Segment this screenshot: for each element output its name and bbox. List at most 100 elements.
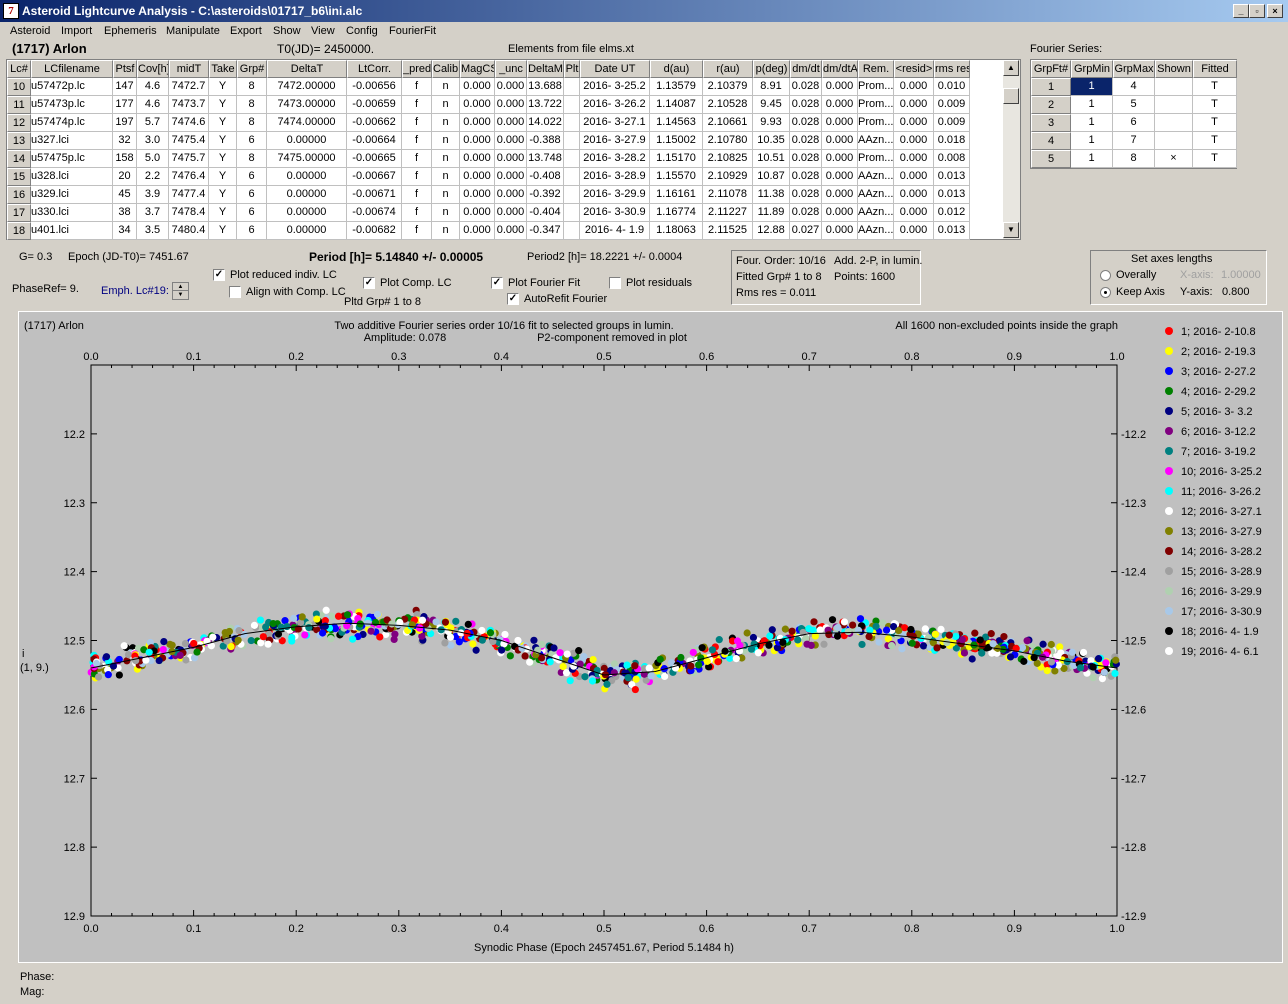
lc-table-cell[interactable]: -0.392	[527, 186, 564, 204]
lc-table-cell[interactable]: 2016- 3-25.2	[580, 78, 650, 96]
lc-table-cell[interactable]: -0.00665	[347, 150, 402, 168]
fourier-table-cell[interactable]: 5	[1113, 96, 1155, 114]
lc-row-number[interactable]: 16	[7, 186, 31, 204]
lc-table-cell[interactable]: 7475.4	[169, 132, 209, 150]
fourier-col-header[interactable]: GrpFt#	[1031, 60, 1071, 78]
lc-table-cell[interactable]: -0.404	[527, 204, 564, 222]
lc-table-cell[interactable]: 1.18063	[650, 222, 703, 240]
overally-radio[interactable]	[1100, 270, 1111, 281]
lc-col-header[interactable]: DeltaM	[527, 60, 564, 78]
lc-table-cell[interactable]: f	[402, 114, 432, 132]
lc-table-cell[interactable]: 13.748	[527, 150, 564, 168]
lc-table-cell[interactable]: 0.013	[934, 222, 970, 240]
lc-table-cell[interactable]: 9.93	[753, 114, 790, 132]
lc-table-cell[interactable]: 3.7	[137, 204, 169, 222]
lc-table-cell[interactable]: 6	[237, 222, 267, 240]
lc-table-cell[interactable]: 0.027	[790, 222, 822, 240]
lc-table-cell[interactable]: 0.000	[460, 132, 495, 150]
lc-table-cell[interactable]: AAzn...	[858, 132, 894, 150]
lc-table-cell[interactable]: 2016- 3-30.9	[580, 204, 650, 222]
lc-table-cell[interactable]: n	[432, 204, 460, 222]
menu-config[interactable]: Config	[346, 25, 378, 37]
menu-asteroid[interactable]: Asteroid	[10, 25, 50, 37]
menu-manipulate[interactable]: Manipulate	[166, 25, 220, 37]
lc-table-cell[interactable]: 0.000	[822, 114, 858, 132]
lc-table-cell[interactable]: 34	[113, 222, 137, 240]
fourier-table-cell[interactable]: T	[1193, 114, 1237, 132]
lc-col-header[interactable]: <resid>	[894, 60, 934, 78]
fourier-row-number[interactable]: 4	[1031, 132, 1071, 150]
lc-col-header[interactable]: _unc	[495, 60, 527, 78]
lc-table-cell[interactable]: 7478.4	[169, 204, 209, 222]
menu-show[interactable]: Show	[273, 25, 301, 37]
lc-table-cell[interactable]: 38	[113, 204, 137, 222]
lc-table-cell[interactable]: 0.000	[495, 168, 527, 186]
lc-col-header[interactable]: Plt	[564, 60, 580, 78]
fourier-table-cell[interactable]: 1	[1071, 96, 1113, 114]
lc-table-cell[interactable]: 2.10825	[703, 150, 753, 168]
lc-table-cell[interactable]: AAzn...	[858, 222, 894, 240]
lc-col-header[interactable]: Date UT	[580, 60, 650, 78]
lc-table-cell[interactable]	[564, 78, 580, 96]
lc-table-cell[interactable]: u329.lci	[31, 186, 113, 204]
fourier-row-number[interactable]: 3	[1031, 114, 1071, 132]
lc-table-cell[interactable]: 7472.00000	[267, 78, 347, 96]
lc-table-cell[interactable]: 0.000	[495, 132, 527, 150]
fourier-row-number[interactable]: 1	[1031, 78, 1071, 96]
lc-table-cell[interactable]: 0.000	[495, 186, 527, 204]
lc-table-cell[interactable]: Y	[209, 204, 237, 222]
lc-table-cell[interactable]: 3.9	[137, 186, 169, 204]
plot-comp-checkbox[interactable]: ✓	[363, 277, 375, 289]
lc-table-cell[interactable]: 0.00000	[267, 222, 347, 240]
lc-table-cell[interactable]: 12.88	[753, 222, 790, 240]
lc-table-cell[interactable]	[564, 114, 580, 132]
lc-col-header[interactable]: _pred	[402, 60, 432, 78]
lc-table-cell[interactable]: n	[432, 78, 460, 96]
lc-table-cell[interactable]: 0.000	[822, 222, 858, 240]
lc-table-cell[interactable]: 0.000	[822, 150, 858, 168]
lc-table-cell[interactable]: -0.00664	[347, 132, 402, 150]
lc-table-cell[interactable]: 0.000	[460, 204, 495, 222]
lc-table-cell[interactable]: -0.00659	[347, 96, 402, 114]
keep-axis-radio[interactable]	[1100, 287, 1111, 298]
lc-table-cell[interactable]: 7474.00000	[267, 114, 347, 132]
lc-table-cell[interactable]: 0.00000	[267, 204, 347, 222]
lc-table-cell[interactable]: 0.000	[894, 168, 934, 186]
lc-table-cell[interactable]: 7475.00000	[267, 150, 347, 168]
lc-table-cell[interactable]: 7476.4	[169, 168, 209, 186]
lc-table-cell[interactable]: 147	[113, 78, 137, 96]
spin-down-icon[interactable]: ▼	[173, 291, 188, 299]
lc-table-cell[interactable]: u57474p.lc	[31, 114, 113, 132]
lc-table-cell[interactable]: Prom...	[858, 150, 894, 168]
xaxis-value[interactable]: 1.00000	[1221, 269, 1261, 281]
lc-table-cell[interactable]: 0.000	[822, 78, 858, 96]
lc-table-cell[interactable]: 0.00000	[267, 186, 347, 204]
fourier-table-cell[interactable]: T	[1193, 150, 1237, 168]
lc-table-cell[interactable]: 0.000	[822, 96, 858, 114]
lc-table-cell[interactable]: 20	[113, 168, 137, 186]
lc-table-cell[interactable]: u327.lci	[31, 132, 113, 150]
lc-table-cell[interactable]: 7474.6	[169, 114, 209, 132]
lc-table-cell[interactable]: 197	[113, 114, 137, 132]
lc-table-cell[interactable]: u330.lci	[31, 204, 113, 222]
fourier-col-header[interactable]: GrpMax	[1113, 60, 1155, 78]
scroll-thumb[interactable]	[1003, 88, 1019, 104]
lc-table-cell[interactable]: n	[432, 114, 460, 132]
lc-col-header[interactable]: LCfilename	[31, 60, 113, 78]
fourier-table-cell[interactable]: T	[1193, 78, 1237, 96]
lightcurve-table[interactable]: Lc# LCfilename Ptsf Cov[h] midT Take Grp# Delta…	[6, 59, 1021, 240]
lc-row-number[interactable]: 17	[7, 204, 31, 222]
lc-table-cell[interactable]: 2.11227	[703, 204, 753, 222]
lc-table-cell[interactable]: 2.10379	[703, 78, 753, 96]
lc-table-cell[interactable]: 10.87	[753, 168, 790, 186]
fourier-table-cell[interactable]: 8	[1113, 150, 1155, 168]
lc-table-cell[interactable]: 7480.4	[169, 222, 209, 240]
lc-table-cell[interactable]: 177	[113, 96, 137, 114]
yaxis-value[interactable]: 0.800	[1222, 286, 1250, 298]
lc-table-cell[interactable]: 0.000	[894, 222, 934, 240]
lc-table-cell[interactable]	[564, 150, 580, 168]
fourier-row-number[interactable]: 2	[1031, 96, 1071, 114]
fourier-col-header[interactable]: GrpMin	[1071, 60, 1113, 78]
lc-table-cell[interactable]: 8	[237, 78, 267, 96]
lc-table-cell[interactable]: n	[432, 132, 460, 150]
